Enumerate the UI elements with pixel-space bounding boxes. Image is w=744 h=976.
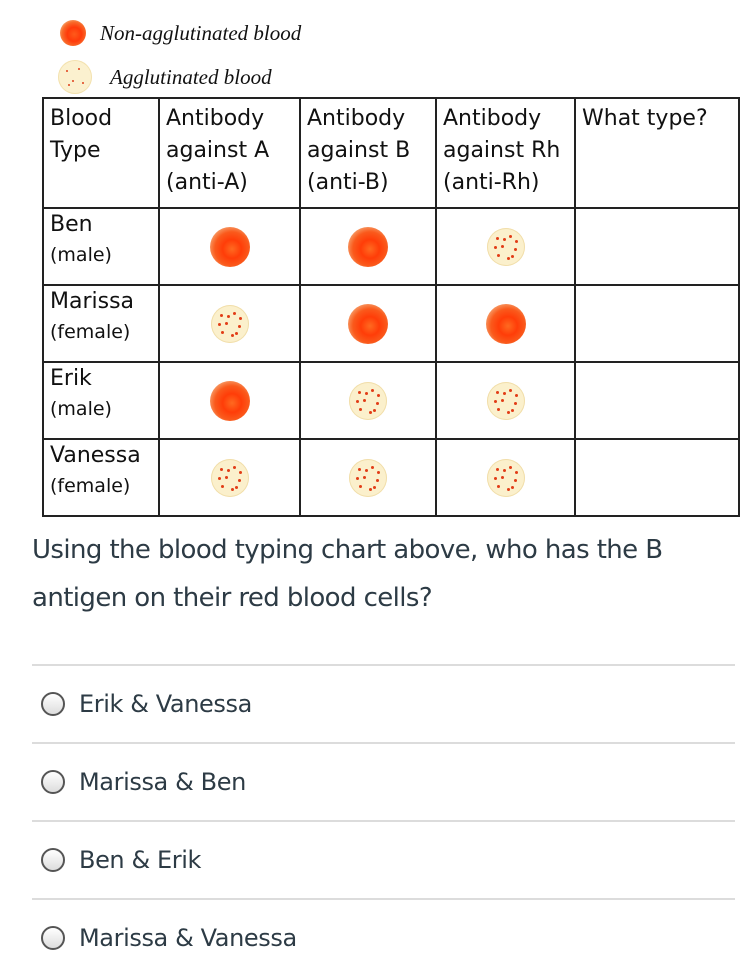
answer-list: Erik & Vanessa Marissa & Ben Ben & Erik …	[32, 664, 735, 976]
anti-rh-result	[435, 284, 576, 363]
question-text: Using the blood typing chart above, who …	[32, 535, 663, 613]
person-cell: Erik (male)	[42, 361, 160, 440]
non-agglutinated-blood-icon	[348, 226, 388, 267]
person-name: Vanessa	[50, 443, 141, 468]
agglutinated-blood-icon	[486, 458, 525, 497]
answer-label[interactable]: Marissa & Vanessa	[79, 924, 297, 952]
header-anti-rh: Antibody against Rh (anti-Rh)	[435, 97, 576, 209]
agglutinated-blood-icon	[349, 458, 387, 497]
agglutinated-blood-icon	[486, 227, 525, 266]
answer-option[interactable]: Marissa & Vanessa	[32, 898, 735, 976]
header-anti-b: Antibody against B (anti-B)	[299, 97, 437, 209]
person-name: Ben	[50, 212, 93, 237]
anti-a-result	[158, 438, 301, 517]
table-row: Ben (male)	[42, 207, 740, 286]
answer-option[interactable]: Ben & Erik	[32, 820, 735, 898]
legend-item-non-agglutinated: Non-agglutinated blood	[60, 20, 301, 46]
person-name: Marissa	[50, 289, 135, 314]
non-agglutinated-blood-icon	[485, 303, 526, 344]
anti-a-result	[158, 207, 301, 286]
anti-rh-result	[435, 361, 576, 440]
person-cell: Marissa (female)	[42, 284, 160, 363]
agglutinated-blood-icon	[210, 304, 249, 343]
what-type-cell	[574, 284, 740, 363]
anti-a-result	[158, 361, 301, 440]
person-sex: (male)	[50, 244, 112, 266]
table-row: Marissa (female)	[42, 284, 740, 363]
anti-b-result	[299, 207, 437, 286]
radio-button[interactable]	[41, 926, 65, 950]
what-type-cell	[574, 361, 740, 440]
person-sex: (male)	[50, 398, 112, 420]
agglutinated-blood-icon	[210, 458, 249, 497]
person-name: Erik	[50, 366, 92, 391]
table-row: Erik (male)	[42, 361, 740, 440]
legend-item-agglutinated: Agglutinated blood	[58, 60, 272, 94]
radio-button[interactable]	[41, 848, 65, 872]
answer-label[interactable]: Marissa & Ben	[79, 768, 246, 796]
non-agglutinated-blood-icon	[60, 20, 86, 46]
anti-b-result	[299, 361, 437, 440]
header-what-type: What type?	[574, 97, 740, 209]
radio-button[interactable]	[41, 770, 65, 794]
table-header-row: Blood Type Antibody against A (anti-A) A…	[42, 97, 740, 209]
non-agglutinated-blood-icon	[348, 303, 388, 344]
what-type-cell	[574, 438, 740, 517]
answer-option[interactable]: Marissa & Ben	[32, 742, 735, 820]
person-cell: Vanessa (female)	[42, 438, 160, 517]
header-blood-type: Blood Type	[42, 97, 160, 209]
radio-button[interactable]	[41, 692, 65, 716]
table-row: Vanessa (female)	[42, 438, 740, 517]
non-agglutinated-blood-icon	[209, 226, 250, 267]
answer-label[interactable]: Ben & Erik	[79, 846, 201, 874]
agglutinated-blood-icon	[349, 381, 387, 420]
anti-b-result	[299, 284, 437, 363]
agglutinated-blood-icon	[58, 60, 92, 94]
legend-label: Non-agglutinated blood	[100, 20, 302, 45]
anti-a-result	[158, 284, 301, 363]
header-anti-a: Antibody against A (anti-A)	[158, 97, 301, 209]
legend-label: Agglutinated blood	[110, 64, 272, 89]
non-agglutinated-blood-icon	[209, 380, 250, 421]
anti-b-result	[299, 438, 437, 517]
person-cell: Ben (male)	[42, 207, 160, 286]
agglutinated-blood-icon	[486, 381, 525, 420]
anti-rh-result	[435, 207, 576, 286]
person-sex: (female)	[50, 321, 131, 343]
blood-typing-table: Blood Type Antibody against A (anti-A) A…	[42, 97, 740, 517]
anti-rh-result	[435, 438, 576, 517]
what-type-cell	[574, 207, 740, 286]
answer-label[interactable]: Erik & Vanessa	[79, 690, 252, 718]
person-sex: (female)	[50, 475, 131, 497]
answer-option[interactable]: Erik & Vanessa	[32, 664, 735, 742]
